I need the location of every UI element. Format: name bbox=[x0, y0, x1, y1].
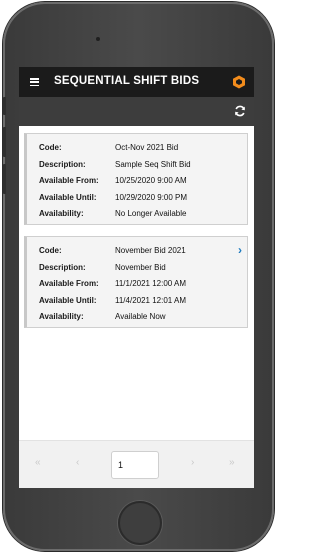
pagination: « ‹ › » bbox=[19, 440, 254, 488]
chevron-right-icon[interactable]: › bbox=[238, 243, 242, 257]
bid-description: Sample Seq Shift Bid bbox=[115, 159, 191, 169]
bid-card[interactable]: › Code: November Bid 2021 Description: Nov… bbox=[24, 236, 248, 328]
last-page-button[interactable]: » bbox=[229, 457, 235, 468]
prev-page-button[interactable]: ‹ bbox=[76, 457, 79, 468]
bid-available-from: 10/25/2020 9:00 AM bbox=[115, 176, 187, 185]
home-button bbox=[118, 501, 162, 545]
hexagon-logo-icon bbox=[233, 75, 245, 89]
volume-down-button bbox=[3, 164, 6, 194]
refresh-icon[interactable] bbox=[234, 105, 246, 117]
bid-availability: No Longer Available bbox=[115, 209, 187, 218]
bid-description-row: Description: November Bid bbox=[39, 262, 166, 272]
bid-availability: Available Now bbox=[115, 312, 166, 321]
bid-available-from-row: Available From: 10/25/2020 9:00 AM bbox=[39, 176, 187, 185]
mute-switch bbox=[3, 97, 6, 115]
bid-list: Code: Oct-Nov 2021 Bid Description: Sample… bbox=[19, 126, 254, 440]
bid-available-until-row: Available Until: 10/29/2020 9:00 PM bbox=[39, 192, 188, 202]
app-screen: SEQUENTIAL SHIFT BIDS Code: Oct-Nov 2021 … bbox=[19, 67, 254, 488]
bid-code-row: Code: Oct-Nov 2021 Bid bbox=[39, 143, 179, 152]
volume-up-button bbox=[3, 127, 6, 157]
bid-available-until: 10/29/2020 9:00 PM bbox=[115, 192, 188, 202]
app-header: SEQUENTIAL SHIFT BIDS bbox=[19, 67, 254, 97]
next-page-button[interactable]: › bbox=[191, 457, 194, 468]
front-camera bbox=[96, 37, 100, 41]
bid-code: Oct-Nov 2021 Bid bbox=[115, 143, 179, 152]
bid-description-row: Description: Sample Seq Shift Bid bbox=[39, 159, 191, 169]
bid-availability-row: Availability: No Longer Available bbox=[39, 209, 187, 218]
bid-availability-row: Availability: Available Now bbox=[39, 312, 166, 321]
bid-code: November Bid 2021 bbox=[115, 246, 186, 255]
bid-available-until: 11/4/2021 12:01 AM bbox=[115, 295, 187, 305]
bid-available-from: 11/1/2021 12:00 AM bbox=[115, 279, 187, 288]
toolbar bbox=[19, 97, 254, 126]
hamburger-icon[interactable] bbox=[30, 78, 39, 87]
bid-description: November Bid bbox=[115, 262, 166, 272]
first-page-button[interactable]: « bbox=[35, 457, 41, 468]
bid-code-row: Code: November Bid 2021 bbox=[39, 246, 186, 255]
page-number-input[interactable] bbox=[111, 451, 159, 479]
bid-card[interactable]: Code: Oct-Nov 2021 Bid Description: Sample… bbox=[24, 133, 248, 225]
bid-available-until-row: Available Until: 11/4/2021 12:01 AM bbox=[39, 295, 187, 305]
bid-available-from-row: Available From: 11/1/2021 12:00 AM bbox=[39, 279, 187, 288]
page-title: SEQUENTIAL SHIFT BIDS bbox=[54, 75, 200, 87]
